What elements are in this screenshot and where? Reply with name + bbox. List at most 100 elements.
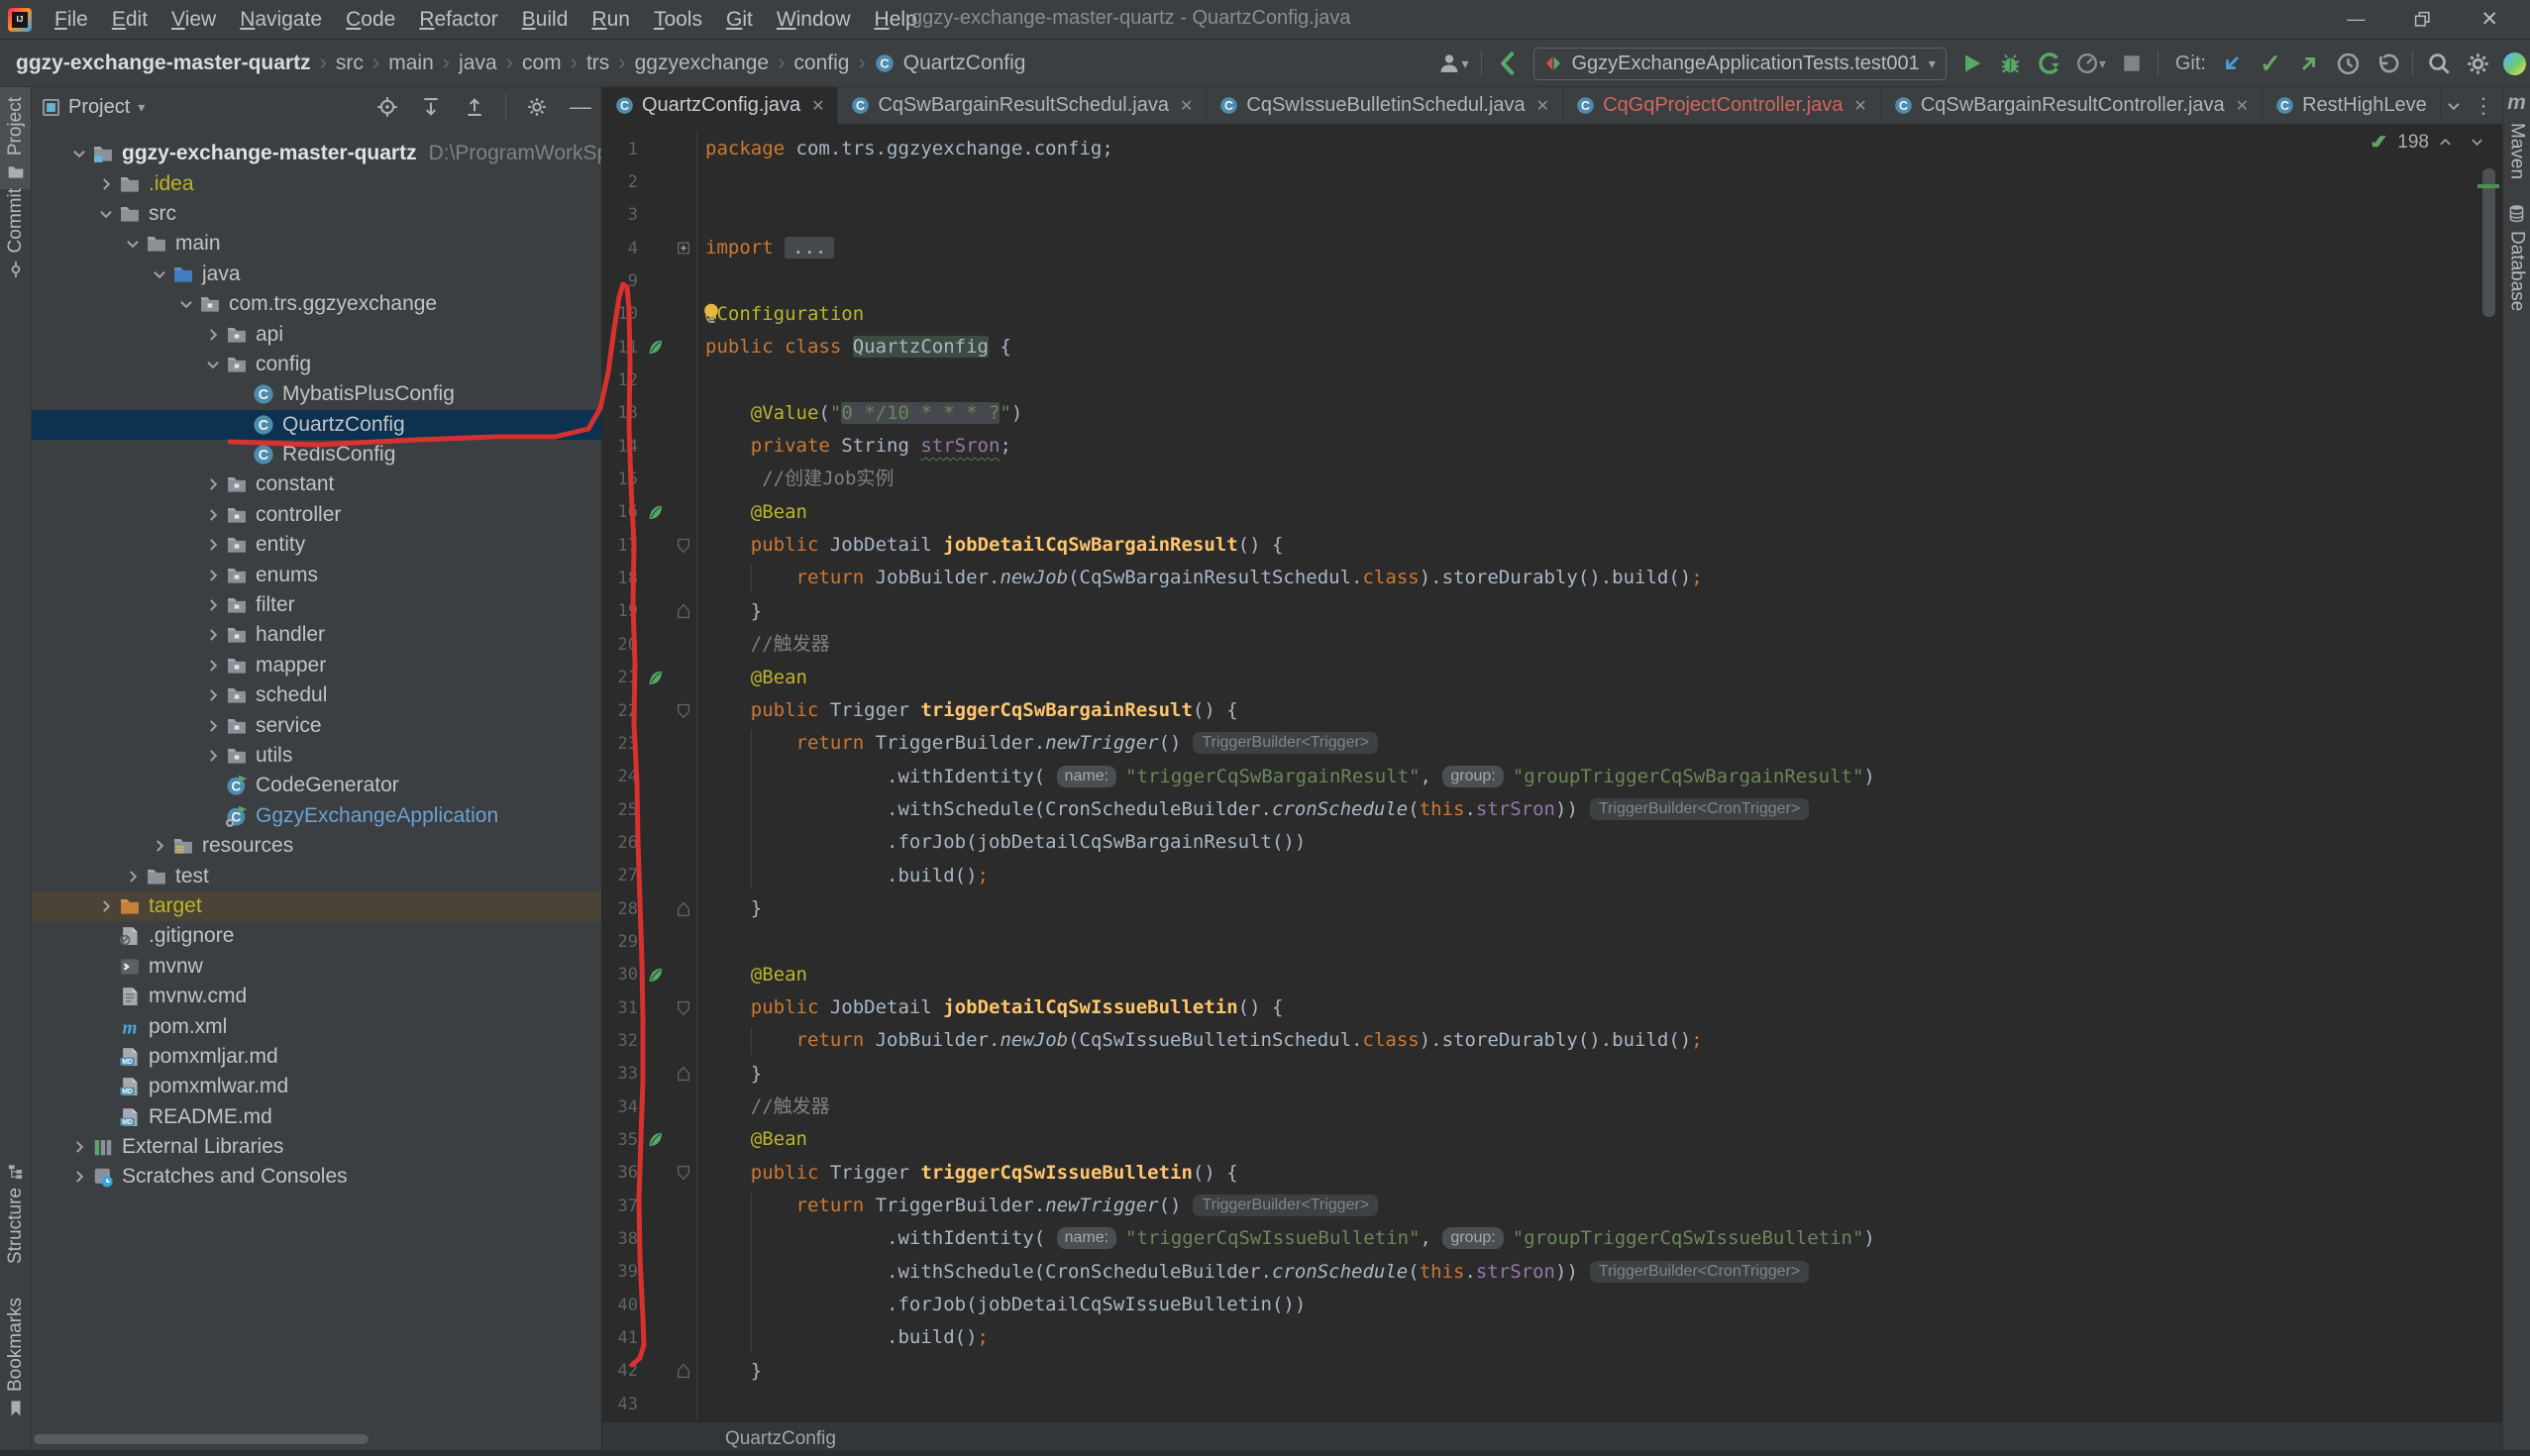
code-editor[interactable]: ✓✓ 198 1package com.trs.ggzyexchange.con… (602, 125, 2502, 1421)
chevron-right-icon[interactable] (121, 868, 145, 885)
expand-all-icon[interactable] (420, 96, 442, 118)
project-view-icon[interactable] (42, 98, 60, 117)
stop-button[interactable] (2119, 47, 2145, 80)
tree-item-entity[interactable]: entity (32, 530, 601, 560)
close-icon[interactable]: ✕ (811, 96, 824, 116)
breadcrumb-item-config[interactable]: config (793, 52, 849, 75)
breadcrumb-item-src[interactable]: src (336, 52, 364, 75)
fold-marker-icon[interactable] (672, 1066, 695, 1082)
tool-tab-commit[interactable]: Commit (0, 188, 31, 278)
tree-item-filter[interactable]: filter (32, 590, 601, 620)
run-configuration-select[interactable]: GgzyExchangeApplicationTests.test001 ▾ (1533, 48, 1946, 80)
breadcrumb-item-quartzconfig[interactable]: QuartzConfig (903, 52, 1026, 75)
git-update-icon[interactable] (2219, 47, 2245, 80)
tree-item-main[interactable]: main (32, 229, 601, 259)
tree-item-schedul[interactable]: schedul (32, 680, 601, 710)
fold-marker-icon[interactable] (672, 538, 695, 554)
editor-tab-resthighleve[interactable]: CRestHighLeve (2263, 87, 2441, 124)
horizontal-scrollbar[interactable] (34, 1434, 369, 1444)
fold-marker-icon[interactable] (672, 703, 695, 719)
editor-tab-cqgqprojectcontroller-java[interactable]: CCqGqProjectController.java✕ (1563, 87, 1881, 124)
fold-marker-icon[interactable] (672, 901, 695, 917)
chevron-down-icon[interactable] (148, 265, 171, 283)
intention-bulb-icon[interactable] (701, 302, 721, 324)
tool-tab-maven[interactable]: m Maven (2503, 91, 2530, 179)
chevron-right-icon[interactable] (201, 326, 225, 344)
tree-item-com-trs-ggzyexchange[interactable]: com.trs.ggzyexchange (32, 289, 601, 319)
tree-item-pomxmljar-md[interactable]: MDpomxmljar.md (32, 1042, 601, 1072)
rollback-icon[interactable] (2373, 47, 2399, 80)
inspections-widget[interactable]: ✓✓ 198 (2370, 130, 2484, 155)
close-icon[interactable]: ✕ (2480, 7, 2498, 32)
close-icon[interactable]: ✕ (1180, 96, 1193, 116)
editor-tab-cqswissuebulletinschedul-java[interactable]: CCqSwIssueBulletinSchedul.java✕ (1207, 87, 1563, 124)
search-icon[interactable] (2426, 47, 2452, 80)
menu-tools[interactable]: Tools (643, 6, 713, 34)
tree-item-mybatisplusconfig[interactable]: CMybatisPlusConfig (32, 379, 601, 409)
chevron-right-icon[interactable] (201, 657, 225, 675)
menu-window[interactable]: Window (766, 6, 862, 34)
prev-problem-icon[interactable] (2438, 135, 2453, 150)
tree-item-redisconfig[interactable]: CRedisConfig (32, 440, 601, 469)
user-profile-icon[interactable]: ▾ (1437, 47, 1468, 80)
chevron-right-icon[interactable] (94, 175, 118, 193)
tree-item-utils[interactable]: utils (32, 741, 601, 771)
editor-tab-quartzconfig-java[interactable]: CQuartzConfig.java✕ (602, 87, 838, 124)
tree-item-external-libraries[interactable]: External Libraries (32, 1132, 601, 1162)
tree-item-idea[interactable]: .idea (32, 168, 601, 198)
close-icon[interactable]: ✕ (2236, 96, 2249, 116)
chevron-down-icon[interactable] (121, 235, 145, 253)
breadcrumb-item-ggzyexchange[interactable]: ggzyexchange (635, 52, 769, 75)
chevron-down-icon[interactable] (2445, 97, 2463, 115)
menu-view[interactable]: View (160, 6, 227, 34)
tree-item-service[interactable]: service (32, 710, 601, 740)
next-problem-icon[interactable] (2470, 135, 2484, 150)
fold-marker-icon[interactable] (672, 1165, 695, 1181)
menu-code[interactable]: Code (335, 6, 406, 34)
spring-bean-icon[interactable] (638, 966, 672, 985)
menu-refactor[interactable]: Refactor (408, 6, 508, 34)
editor-tab-cqswbargainresultschedul-java[interactable]: CCqSwBargainResultSchedul.java✕ (838, 87, 1207, 124)
more-options-icon[interactable]: ⋮ (2473, 93, 2494, 119)
run-button[interactable] (1959, 47, 1985, 80)
fold-marker-icon[interactable] (672, 241, 695, 257)
breadcrumb-class[interactable]: QuartzConfig (725, 1428, 836, 1450)
chevron-right-icon[interactable] (67, 1138, 91, 1156)
debug-button[interactable] (1998, 47, 2024, 80)
breadcrumb-item-java[interactable]: java (459, 52, 497, 75)
tree-item-test[interactable]: test (32, 861, 601, 890)
code-with-me-icon[interactable] (2503, 52, 2526, 75)
spring-bean-icon[interactable] (638, 503, 672, 522)
chevron-right-icon[interactable] (201, 747, 225, 765)
locate-file-icon[interactable] (376, 96, 398, 118)
chevron-right-icon[interactable] (67, 1168, 91, 1186)
chevron-right-icon[interactable] (148, 837, 171, 855)
tool-tab-project[interactable]: Project (0, 87, 31, 189)
fold-marker-icon[interactable] (672, 603, 695, 619)
restore-icon[interactable] (2414, 11, 2431, 28)
tree-item-api[interactable]: api (32, 319, 601, 349)
git-commit-icon[interactable]: ✓ (2258, 47, 2283, 80)
chevron-right-icon[interactable] (201, 596, 225, 614)
tree-item-mvnw-cmd[interactable]: mvnw.cmd (32, 982, 601, 1011)
chevron-right-icon[interactable] (201, 567, 225, 584)
tree-item-readme-md[interactable]: MDREADME.md (32, 1102, 601, 1132)
fold-marker-icon[interactable] (672, 1363, 695, 1379)
breadcrumb-item-com[interactable]: com (522, 52, 562, 75)
tree-item-pomxmlwar-md[interactable]: MDpomxmlwar.md (32, 1072, 601, 1101)
tree-item-gitignore[interactable]: .gitignore (32, 921, 601, 951)
settings-gear-icon[interactable] (2465, 47, 2490, 80)
chevron-down-icon[interactable] (201, 356, 225, 373)
menu-navigate[interactable]: Navigate (229, 6, 333, 34)
project-panel-title[interactable]: Project (68, 96, 130, 119)
close-icon[interactable]: ✕ (1536, 96, 1549, 116)
chevron-down-icon[interactable] (67, 145, 91, 162)
menu-file[interactable]: File (44, 6, 99, 34)
editor-tab-cqswbargainresultcontroller-java[interactable]: CCqSwBargainResultController.java✕ (1881, 87, 2263, 124)
breadcrumb-item-main[interactable]: main (388, 52, 434, 75)
menu-git[interactable]: Git (715, 6, 764, 34)
history-clock-icon[interactable] (2335, 47, 2361, 80)
profiler-button[interactable]: ▾ (2075, 47, 2106, 80)
spring-bean-icon[interactable] (638, 338, 672, 357)
tree-item-controller[interactable]: controller (32, 500, 601, 530)
